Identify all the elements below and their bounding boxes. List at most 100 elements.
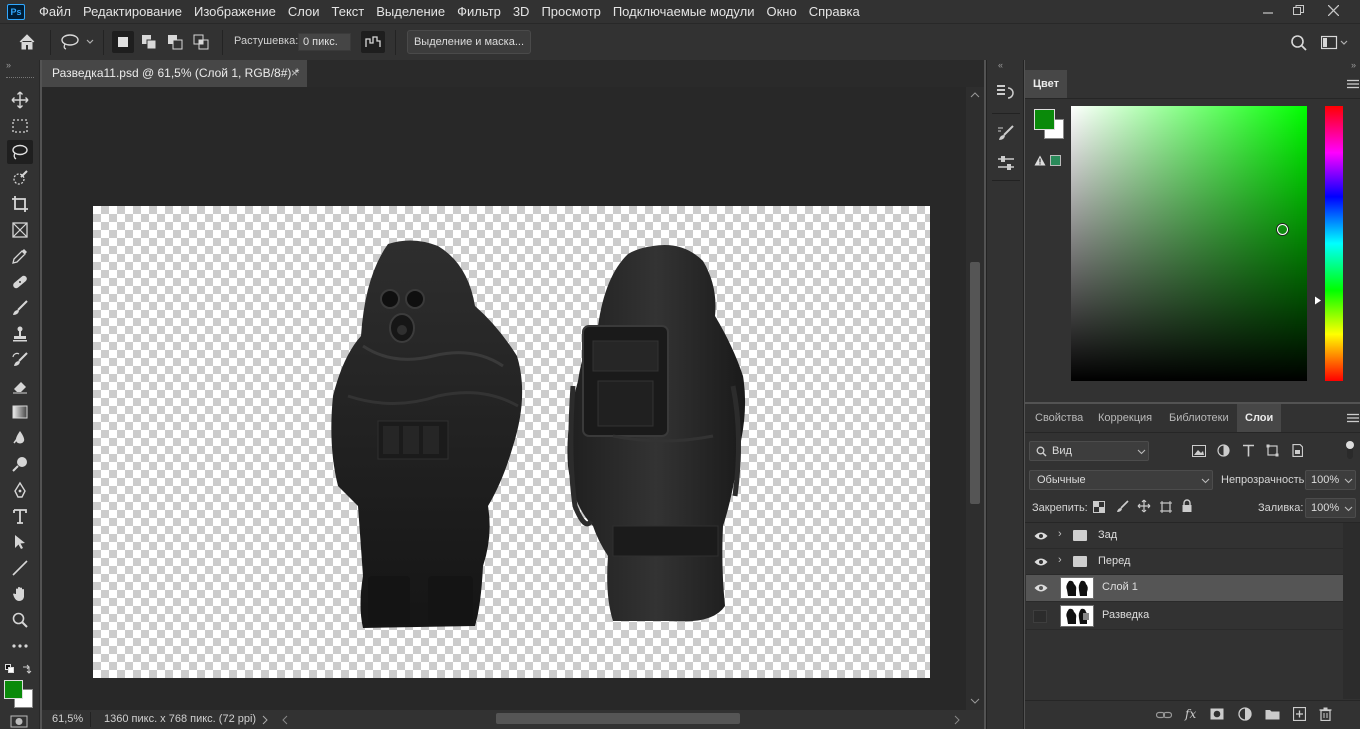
layer-row-sloy-1[interactable]: Слой 1 xyxy=(1026,575,1343,602)
visibility-eye-icon[interactable] xyxy=(1034,531,1048,541)
menu-file[interactable]: Файл xyxy=(33,0,77,23)
search-button[interactable] xyxy=(1290,34,1308,55)
visibility-toggle-off[interactable] xyxy=(1033,610,1047,623)
type-tool[interactable] xyxy=(7,504,33,528)
quick-mask-button[interactable] xyxy=(10,715,30,729)
healing-brush-tool[interactable] xyxy=(7,270,33,294)
filter-shape-icon[interactable] xyxy=(1266,444,1279,457)
visibility-eye-icon[interactable] xyxy=(1034,557,1048,567)
fill-input[interactable]: 100% xyxy=(1305,498,1356,518)
home-button[interactable] xyxy=(17,32,37,55)
filter-smart-object-icon[interactable] xyxy=(1290,444,1303,457)
layer-row-group-zad[interactable]: › Зад xyxy=(1026,523,1343,549)
restore-button[interactable] xyxy=(1281,0,1315,20)
zoom-level[interactable]: 61,5% xyxy=(52,713,83,725)
collapse-icons-icon[interactable]: « xyxy=(998,60,1003,70)
select-and-mask-button[interactable]: Выделение и маска... xyxy=(407,30,531,54)
new-group-folder-icon[interactable] xyxy=(1265,708,1280,720)
layer-filter-select[interactable]: Вид xyxy=(1029,441,1149,461)
panel-menu-icon[interactable] xyxy=(1347,79,1359,89)
quick-select-tool[interactable] xyxy=(7,166,33,190)
visibility-eye-icon[interactable] xyxy=(1034,583,1048,593)
gamut-color-swatch[interactable] xyxy=(1050,155,1061,166)
delete-layer-trash-icon[interactable] xyxy=(1319,707,1332,721)
menu-help[interactable]: Справка xyxy=(803,0,866,23)
menu-select[interactable]: Выделение xyxy=(370,0,451,23)
adjustments-panel-button[interactable] xyxy=(996,153,1016,176)
layer-row-razvedka[interactable]: Разведка xyxy=(1026,603,1343,630)
layer-style-fx-icon[interactable]: fx xyxy=(1185,707,1196,721)
lasso-tool[interactable] xyxy=(7,140,33,164)
menu-3d[interactable]: 3D xyxy=(507,0,536,23)
gradient-tool[interactable] xyxy=(7,400,33,424)
expand-group-chevron-icon[interactable]: › xyxy=(1058,528,1062,540)
lock-image-pixels-icon[interactable] xyxy=(1116,500,1129,513)
opacity-input[interactable]: 100% xyxy=(1305,470,1356,490)
brush-settings-panel-button[interactable] xyxy=(996,123,1016,146)
swap-colors-button[interactable] xyxy=(22,664,32,677)
line-tool[interactable] xyxy=(7,556,33,580)
add-mask-icon[interactable] xyxy=(1210,708,1224,720)
brush-tool[interactable] xyxy=(7,296,33,320)
lock-all-icon[interactable] xyxy=(1181,499,1193,513)
color-field-picker[interactable] xyxy=(1277,224,1288,235)
new-layer-icon[interactable] xyxy=(1293,707,1306,721)
scroll-up-icon[interactable] xyxy=(970,92,980,98)
menu-filter[interactable]: Фильтр xyxy=(451,0,507,23)
menu-layers[interactable]: Слои xyxy=(282,0,326,23)
horizontal-scroll-thumb[interactable] xyxy=(496,713,740,724)
subtract-from-selection-button[interactable] xyxy=(164,31,186,53)
scroll-right-icon[interactable] xyxy=(954,715,960,725)
panel-foreground-swatch[interactable] xyxy=(1034,109,1055,130)
history-panel-button[interactable] xyxy=(996,83,1016,106)
expand-group-chevron-icon[interactable]: › xyxy=(1058,554,1062,566)
collapse-toolbar-icon[interactable]: » xyxy=(6,60,11,70)
workspace-switcher[interactable] xyxy=(1320,35,1349,54)
feather-input[interactable] xyxy=(298,33,351,51)
collapse-panels-icon[interactable]: » xyxy=(1025,60,1360,70)
anti-alias-toggle[interactable] xyxy=(361,31,385,53)
intersect-selection-button[interactable] xyxy=(190,31,212,53)
marquee-tool[interactable] xyxy=(7,114,33,138)
close-button[interactable] xyxy=(1316,0,1350,20)
more-tools-button[interactable] xyxy=(7,634,33,658)
pen-tool[interactable] xyxy=(7,478,33,502)
eraser-tool[interactable] xyxy=(7,374,33,398)
link-layers-icon[interactable] xyxy=(1156,710,1172,720)
frame-tool[interactable] xyxy=(7,218,33,242)
blend-mode-select[interactable]: Обычные xyxy=(1029,470,1213,490)
layers-scrollbar[interactable] xyxy=(1343,523,1360,699)
menu-image[interactable]: Изображение xyxy=(188,0,282,23)
tab-layers[interactable]: Слои xyxy=(1237,404,1282,432)
hand-tool[interactable] xyxy=(7,582,33,606)
tool-preset-picker[interactable] xyxy=(60,33,96,54)
menu-window[interactable]: Окно xyxy=(760,0,802,23)
minimize-button[interactable] xyxy=(1251,0,1285,20)
filter-adjustment-icon[interactable] xyxy=(1217,444,1230,457)
menu-type[interactable]: Текст xyxy=(326,0,371,23)
toolbar-grip[interactable] xyxy=(6,77,34,79)
dodge-tool[interactable] xyxy=(7,452,33,476)
zoom-tool[interactable] xyxy=(7,608,33,632)
blur-tool[interactable] xyxy=(7,426,33,450)
tab-adjustments[interactable]: Коррекция xyxy=(1090,404,1160,432)
document-tab[interactable]: Разведка11.psd @ 61,5% (Слой 1, RGB/8#) … xyxy=(42,60,308,87)
color-field[interactable] xyxy=(1071,106,1307,381)
menu-edit[interactable]: Редактирование xyxy=(77,0,188,23)
filter-type-icon[interactable] xyxy=(1242,444,1255,457)
document-canvas[interactable] xyxy=(93,206,930,678)
tab-color[interactable]: Цвет xyxy=(1025,70,1068,98)
out-of-gamut-warning-icon[interactable] xyxy=(1034,155,1046,166)
move-tool[interactable] xyxy=(7,88,33,112)
adjustment-layer-icon[interactable] xyxy=(1238,707,1252,721)
lock-artboard-icon[interactable] xyxy=(1159,500,1173,514)
tab-libraries[interactable]: Библиотеки xyxy=(1161,404,1237,432)
menu-plugins[interactable]: Подключаемые модули xyxy=(607,0,761,23)
close-document-icon[interactable]: × xyxy=(291,60,298,87)
filter-pixel-icon[interactable] xyxy=(1192,445,1206,457)
add-to-selection-button[interactable] xyxy=(138,31,160,53)
crop-tool[interactable] xyxy=(7,192,33,216)
lock-position-icon[interactable] xyxy=(1137,499,1151,513)
scroll-left-icon[interactable] xyxy=(282,715,288,725)
foreground-color-swatch[interactable] xyxy=(4,680,23,699)
